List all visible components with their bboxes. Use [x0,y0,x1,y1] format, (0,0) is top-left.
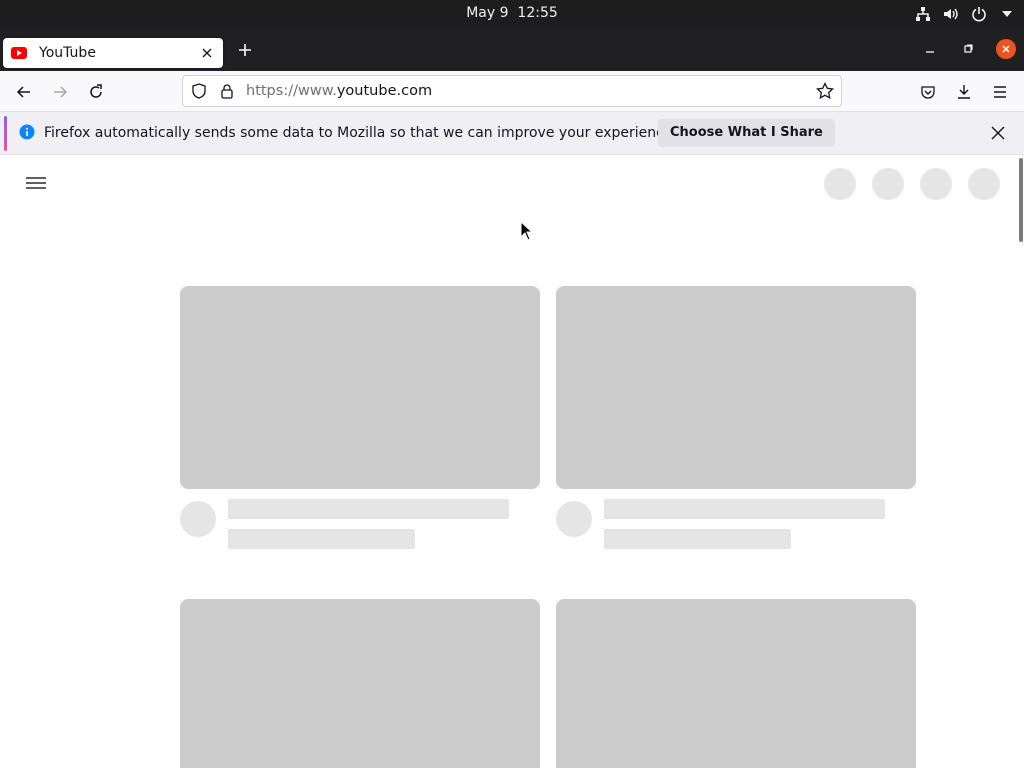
clock-date: May 9 [466,5,509,21]
thumbnail-placeholder [180,599,540,768]
thumbnail-placeholder [556,286,916,489]
url-domain: youtube.com [336,83,433,99]
title-line-placeholder [604,499,885,519]
title-line-placeholder [228,499,509,519]
forward-icon [54,86,68,98]
notification-accent [4,116,7,151]
navigation-toolbar: https://www.youtube.com [0,71,1024,112]
tab-title: YouTube [39,45,96,61]
url-bar[interactable]: https://www.youtube.com [182,75,842,107]
url-text[interactable]: https://www.youtube.com [246,83,816,99]
youtube-favicon-icon [11,45,27,61]
reload-icon [90,84,102,98]
app-menu-icon [994,86,1006,98]
bookmark-star-icon[interactable] [816,82,834,100]
tab-youtube[interactable]: YouTube [3,38,223,68]
channel-avatar-placeholder [180,501,216,537]
choose-what-i-share-button[interactable]: Choose What I Share [658,119,835,147]
app-menu-button[interactable] [987,79,1013,105]
reload-button[interactable] [83,79,109,105]
downloads-button[interactable] [951,79,977,105]
window-controls [920,38,1016,60]
page-content [0,156,1024,768]
tab-close-icon[interactable] [197,43,217,63]
meta-line-placeholder [228,529,415,549]
downloads-icon [958,85,970,99]
mouse-pointer-icon [520,221,532,241]
info-icon [19,124,35,144]
guide-menu-icon[interactable] [26,174,46,192]
shield-icon[interactable] [190,82,208,100]
pocket-icon [921,86,935,99]
system-clock[interactable]: May 9 12:55 [0,0,1024,27]
volume-icon[interactable] [942,5,960,23]
system-tray[interactable] [914,0,1016,27]
dropdown-arrow-icon[interactable] [998,5,1016,23]
new-tab-button[interactable] [234,39,256,61]
power-icon[interactable] [970,5,988,23]
clock-time: 12:55 [517,5,558,21]
meta-line-placeholder [604,529,791,549]
back-button[interactable] [11,79,37,105]
back-icon [16,86,30,98]
scrollbar[interactable] [1019,158,1023,242]
restore-icon[interactable] [958,39,978,59]
header-placeholder [968,168,1000,200]
channel-avatar-placeholder [556,501,592,537]
pocket-button[interactable] [915,79,941,105]
url-prefix: https://www. [246,83,337,99]
notification-message: Firefox automatically sends some data to… [44,125,677,141]
system-top-bar: May 9 12:55 [0,0,1024,27]
thumbnail-placeholder [180,286,540,489]
lock-icon[interactable] [218,82,236,100]
network-icon[interactable] [914,5,932,23]
header-placeholder [920,168,952,200]
forward-button[interactable] [47,79,73,105]
thumbnail-placeholder [556,599,916,768]
window-close-icon[interactable] [996,39,1016,59]
header-placeholder [872,168,904,200]
header-placeholder [824,168,856,200]
minimize-icon[interactable] [920,39,940,59]
notification-close-icon[interactable] [988,123,1008,143]
data-collection-notification: Firefox automatically sends some data to… [0,112,1024,155]
